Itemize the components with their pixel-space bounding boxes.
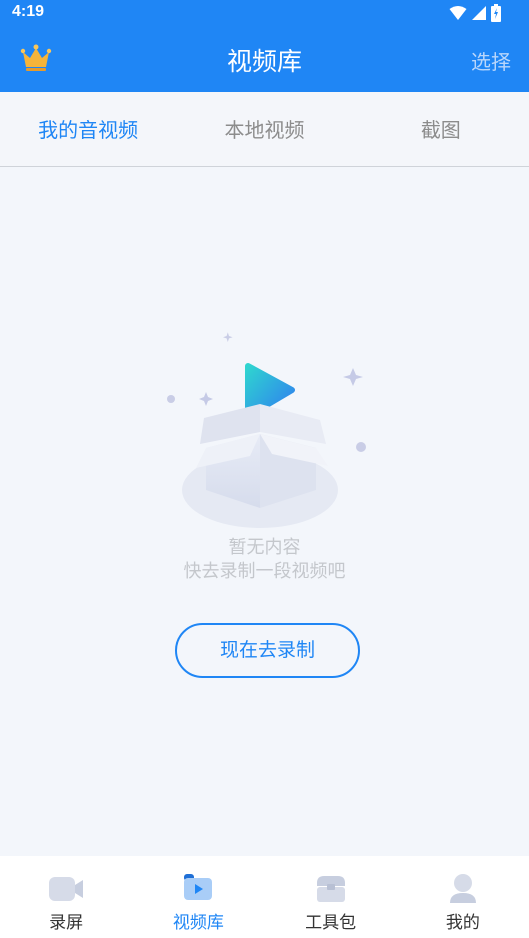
- signal-icon: [472, 6, 486, 20]
- status-time: 4:19: [12, 3, 45, 20]
- tab-my-media[interactable]: 我的音视频: [0, 92, 176, 166]
- nav-label-toolbox: 工具包: [305, 913, 357, 933]
- nav-item-record[interactable]: 录屏: [0, 856, 132, 938]
- status-bar: 4:19: [0, 0, 529, 26]
- nav-label-video-library: 视频库: [172, 913, 224, 933]
- empty-box-illustration: [167, 332, 366, 528]
- video-camera-icon: [49, 877, 84, 901]
- page-title: 视频库: [226, 47, 302, 76]
- empty-title: 暂无内容: [228, 537, 301, 558]
- app-bar: 视频库 选择: [0, 26, 529, 92]
- status-icons: [449, 4, 501, 22]
- nav-item-toolbox[interactable]: 工具包: [265, 856, 397, 938]
- bottom-nav: 录屏 视频库 工具包 我的: [0, 856, 529, 938]
- nav-item-me[interactable]: 我的: [397, 856, 529, 938]
- tab-screenshots[interactable]: 截图: [353, 92, 529, 166]
- nav-item-video-library[interactable]: 视频库: [132, 856, 264, 938]
- tab-bar: 我的音视频 本地视频 截图: [0, 92, 529, 167]
- nav-label-me: 我的: [445, 913, 480, 933]
- nav-label-record: 录屏: [49, 913, 84, 933]
- select-button[interactable]: 选择: [471, 46, 511, 75]
- record-now-button[interactable]: 现在去录制: [175, 623, 360, 678]
- user-icon: [449, 874, 476, 903]
- empty-subtitle: 快去录制一段视频吧: [183, 561, 346, 582]
- video-library-icon: [184, 874, 213, 900]
- app-header-area: 4:19 视频库 选择: [0, 0, 529, 92]
- toolbox-icon: [316, 876, 345, 902]
- wifi-icon: [449, 6, 467, 20]
- tab-local-videos[interactable]: 本地视频: [176, 92, 352, 166]
- battery-icon: [491, 4, 501, 22]
